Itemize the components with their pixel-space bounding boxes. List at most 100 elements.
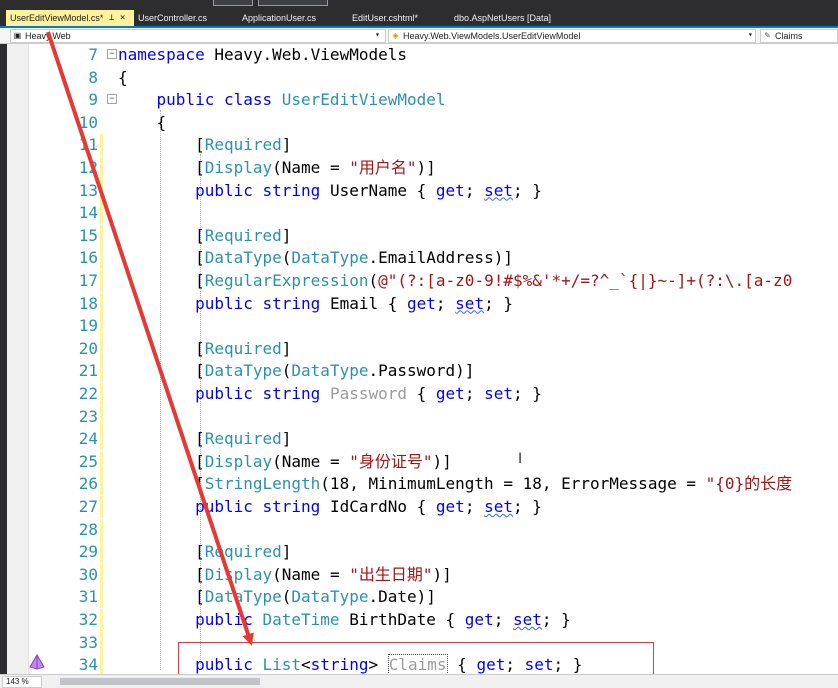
class-icon: ◈: [392, 31, 399, 40]
editor-status-bar: 143 %: [0, 674, 838, 688]
code-token: (: [281, 587, 292, 607]
code-token: StringLength: [204, 474, 321, 494]
code-token: ]: [281, 225, 292, 245]
code-line[interactable]: 28: [30, 518, 838, 541]
code-line[interactable]: 17 [RegularExpression(@"(?:[a-z0-9!#$%&'…: [30, 270, 838, 292]
code-line[interactable]: 27 public string IdCardNo { get; set; }: [30, 496, 838, 518]
change-indicator: [100, 563, 103, 586]
code-line[interactable]: 10 {: [30, 112, 838, 134]
code-text[interactable]: {: [118, 67, 128, 89]
code-token: (Name =: [272, 158, 350, 177]
code-line[interactable]: 21 [DataType(DataType.Password)]: [30, 360, 838, 383]
code-line[interactable]: 29 [Required]: [30, 541, 838, 564]
code-line[interactable]: 8{: [30, 67, 838, 89]
code-token: ; }: [541, 610, 571, 629]
line-number: 28: [78, 519, 98, 539]
code-text[interactable]: [DataType(DataType.Password)]: [118, 360, 474, 382]
code-line[interactable]: 18 public string Email { get; set; }: [30, 292, 838, 315]
property-icon: ✎: [764, 31, 771, 40]
member-dropdown[interactable]: ✎ Claims: [760, 29, 838, 43]
tab-applicationuser[interactable]: ApplicationUser.cs: [238, 10, 348, 26]
code-text[interactable]: {: [118, 112, 167, 134]
tab-usercontroller[interactable]: UserController.cs: [134, 10, 238, 26]
change-indicator: [100, 337, 103, 360]
code-token: [: [118, 429, 205, 449]
code-text[interactable]: public string IdCardNo { get; set; }: [118, 496, 542, 518]
code-text[interactable]: namespace Heavy.Web.ViewModels: [118, 44, 407, 66]
code-text[interactable]: public DateTime BirthDate { get; set; }: [118, 609, 571, 631]
code-token: ;: [464, 180, 485, 200]
code-text[interactable]: [Display(Name = "用户名")]: [118, 157, 436, 179]
code-text[interactable]: [Display(Name = "出生日期")]: [118, 564, 452, 586]
tab-aspnetusers-data[interactable]: dbo.AspNetUsers [Data]: [450, 10, 560, 26]
code-token: [: [118, 248, 205, 268]
zoom-level-dropdown[interactable]: 143 %: [2, 676, 42, 688]
code-text[interactable]: [DataType(DataType.Date)]: [118, 586, 436, 608]
code-line[interactable]: 13 public string UserName { get; set; }: [30, 179, 838, 202]
code-text[interactable]: public string UserName { get; set; }: [118, 180, 542, 202]
code-text[interactable]: [Required]: [118, 428, 291, 450]
tab-pin-close-icon[interactable]: ⊥ ×: [109, 10, 125, 26]
code-line[interactable]: 32 public DateTime BirthDate { get; set;…: [30, 609, 838, 631]
change-indicator: [100, 654, 103, 674]
code-line[interactable]: 25 [Display(Name = "身份证号")]: [30, 450, 838, 473]
code-line[interactable]: 23: [30, 405, 838, 428]
change-indicator: [100, 496, 103, 518]
collapse-toggle-icon[interactable]: −: [107, 49, 117, 59]
code-line[interactable]: 22 public string Password { get; set; }: [30, 383, 838, 405]
toolbar-combo-partial[interactable]: [258, 0, 328, 6]
code-line[interactable]: 12 [Display(Name = "用户名")]: [30, 157, 838, 179]
code-text[interactable]: [StringLength(18, MinimumLength = 18, Er…: [118, 473, 792, 495]
project-dropdown[interactable]: ▣ Heavy.Web: [10, 29, 386, 43]
code-token: ; }: [512, 497, 542, 516]
code-token: public: [118, 610, 263, 629]
code-text[interactable]: [Required]: [118, 338, 291, 360]
code-text[interactable]: public class UserEditViewModel: [118, 89, 446, 111]
code-text[interactable]: [Required]: [118, 541, 291, 563]
code-line[interactable]: 19: [30, 315, 838, 338]
code-text[interactable]: public string Email { get; set; }: [118, 293, 513, 315]
line-number: 9: [88, 90, 98, 110]
collapse-toggle-icon[interactable]: −: [107, 94, 117, 105]
code-line[interactable]: 9− public class UserEditViewModel: [30, 89, 838, 111]
code-line[interactable]: 20 [Required]: [30, 337, 838, 360]
code-line[interactable]: 31 [DataType(DataType.Date)]: [30, 586, 838, 609]
line-number: 32: [78, 610, 98, 629]
code-line[interactable]: 24 [Required]: [30, 428, 838, 451]
code-token: string: [262, 497, 330, 516]
horizontal-scrollbar[interactable]: [60, 678, 260, 685]
code-line[interactable]: 14: [30, 202, 838, 225]
code-token: Password: [329, 384, 407, 403]
line-number: 21: [78, 361, 98, 381]
code-line[interactable]: 11 [Required]: [30, 134, 838, 157]
code-token: .Date)]: [368, 587, 436, 607]
code-line[interactable]: 26 [StringLength(18, MinimumLength = 18,…: [30, 473, 838, 496]
code-text[interactable]: [Display(Name = "身份证号")]: [118, 451, 452, 473]
code-token: Required: [204, 225, 282, 245]
code-text[interactable]: [Required]: [118, 134, 291, 156]
tab-edituser[interactable]: EditUser.cshtml*: [348, 10, 450, 26]
line-number: 24: [78, 429, 98, 449]
code-editor[interactable]: 7− namespace Heavy.Web.ViewModels 8{9− pub…: [30, 44, 838, 674]
code-text[interactable]: [RegularExpression(@"(?:[a-z0-9!#$%&'*+/…: [118, 270, 792, 292]
code-token: string: [262, 293, 330, 313]
code-text[interactable]: [Required]: [118, 225, 291, 247]
code-token: (: [281, 361, 292, 381]
code-line[interactable]: 30 [Display(Name = "出生日期")]: [30, 563, 838, 586]
code-text[interactable]: public string Password { get; set; }: [118, 383, 542, 405]
code-text[interactable]: [DataType(DataType.EmailAddress)]: [118, 247, 513, 269]
code-line[interactable]: 7− namespace Heavy.Web.ViewModels: [30, 44, 838, 66]
code-line[interactable]: 16 [DataType(DataType.EmailAddress)]: [30, 247, 838, 270]
type-dropdown[interactable]: ◈ Heavy.Web.ViewModels.UserEditViewModel: [388, 29, 756, 43]
project-icon: ▣: [13, 31, 22, 40]
chevron-down-icon[interactable]: ▾: [375, 28, 380, 42]
chevron-down-icon[interactable]: ▾: [748, 28, 753, 42]
code-token: [: [118, 271, 205, 290]
line-number: 33: [78, 632, 98, 652]
toolbar-combo-partial[interactable]: [213, 0, 253, 6]
change-indicator: [100, 315, 103, 338]
bookmark-glyph-icon[interactable]: [28, 654, 46, 670]
code-line[interactable]: 15 [Required]: [30, 224, 838, 247]
line-number: 12: [78, 158, 98, 177]
code-token: (18, MinimumLength = 18, ErrorMessage =: [320, 474, 706, 494]
